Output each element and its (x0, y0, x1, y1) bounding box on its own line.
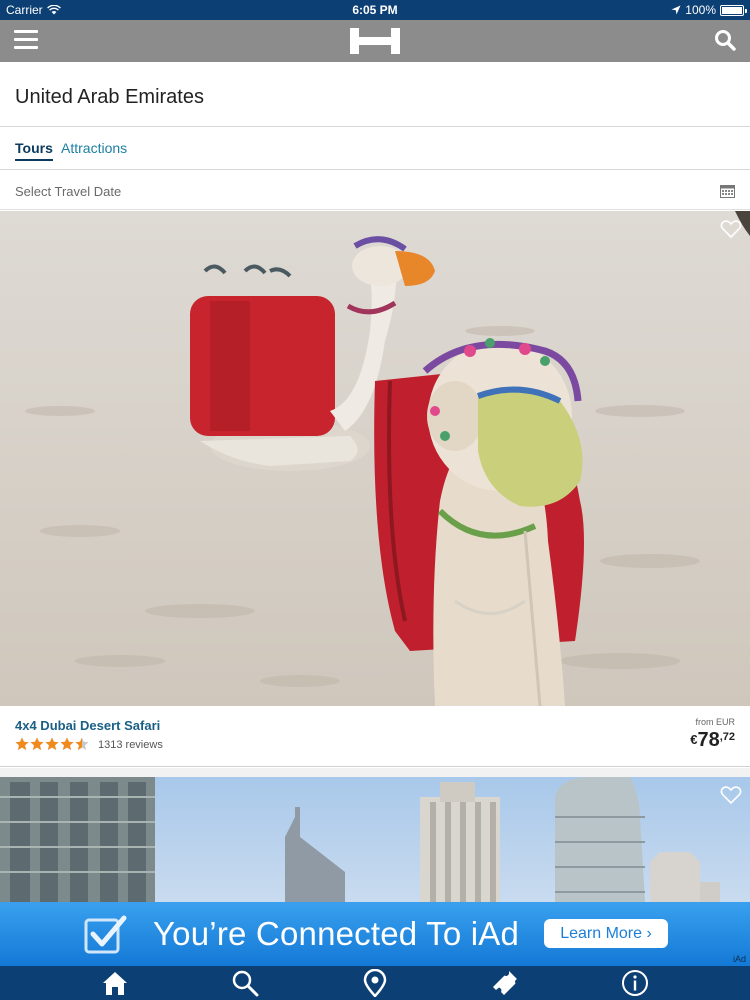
review-count: 1313 reviews (98, 739, 163, 751)
checkbox-check-icon (84, 915, 127, 954)
price-decimal: ,72 (719, 731, 735, 743)
tab-tours[interactable]: Tours (15, 140, 53, 161)
ad-headline: You’re Connected To iAd (153, 915, 520, 952)
card-divider (0, 768, 750, 777)
battery-level (722, 6, 742, 14)
location-arrow-icon (671, 5, 681, 15)
bottom-tab-bar (0, 966, 750, 1000)
page-title: United Arab Emirates (15, 86, 204, 108)
iad-banner[interactable]: You’re Connected To iAd Learn More › iAd (0, 902, 750, 966)
search-icon[interactable] (231, 969, 259, 997)
menu-icon[interactable] (14, 30, 38, 52)
rating-stars (15, 737, 89, 751)
camels-photo (0, 211, 750, 706)
price: € 78 ,72 (690, 729, 735, 752)
star-icon (45, 737, 59, 750)
price-currency: € (690, 732, 698, 747)
travel-date-selector[interactable]: Select Travel Date (0, 170, 750, 210)
tour-title[interactable]: 4x4 Dubai Desert Safari (15, 718, 160, 733)
star-icon (15, 737, 29, 750)
star-icon (75, 737, 89, 750)
tabs-row: Tours Attractions (0, 127, 750, 170)
battery-percent: 100% (685, 3, 716, 17)
tour-image-dubai-city[interactable] (0, 777, 750, 902)
map-pin-icon[interactable] (361, 969, 389, 997)
skyscrapers-photo (0, 777, 750, 902)
star-icon (60, 737, 74, 750)
calendar-icon[interactable] (720, 184, 735, 198)
tab-attractions[interactable]: Attractions (61, 140, 127, 156)
nav-bar (0, 20, 750, 62)
star-icon (30, 737, 44, 750)
hotels-logo-icon[interactable] (350, 28, 400, 54)
tour-card-desert-safari[interactable]: 4x4 Dubai Desert Safari 1313 reviews fro… (0, 706, 750, 767)
status-right: 100% (671, 3, 747, 17)
status-bar: Carrier 6:05 PM 100% (0, 0, 750, 20)
favorite-heart-icon[interactable] (720, 219, 742, 239)
price-from-label: from EUR (695, 717, 735, 727)
info-icon[interactable] (621, 969, 649, 997)
price-integer: 78 (697, 729, 720, 751)
travel-date-label: Select Travel Date (15, 184, 122, 199)
home-icon[interactable] (101, 969, 129, 997)
battery-icon (720, 4, 747, 16)
search-icon[interactable] (714, 29, 736, 51)
ticket-icon[interactable] (491, 969, 519, 997)
title-row: United Arab Emirates (0, 62, 750, 127)
status-time: 6:05 PM (352, 3, 398, 17)
iad-tag: iAd (732, 954, 746, 964)
learn-more-button[interactable]: Learn More › (544, 919, 668, 948)
tour-image-desert-safari[interactable] (0, 211, 750, 706)
favorite-heart-icon[interactable] (720, 785, 742, 805)
